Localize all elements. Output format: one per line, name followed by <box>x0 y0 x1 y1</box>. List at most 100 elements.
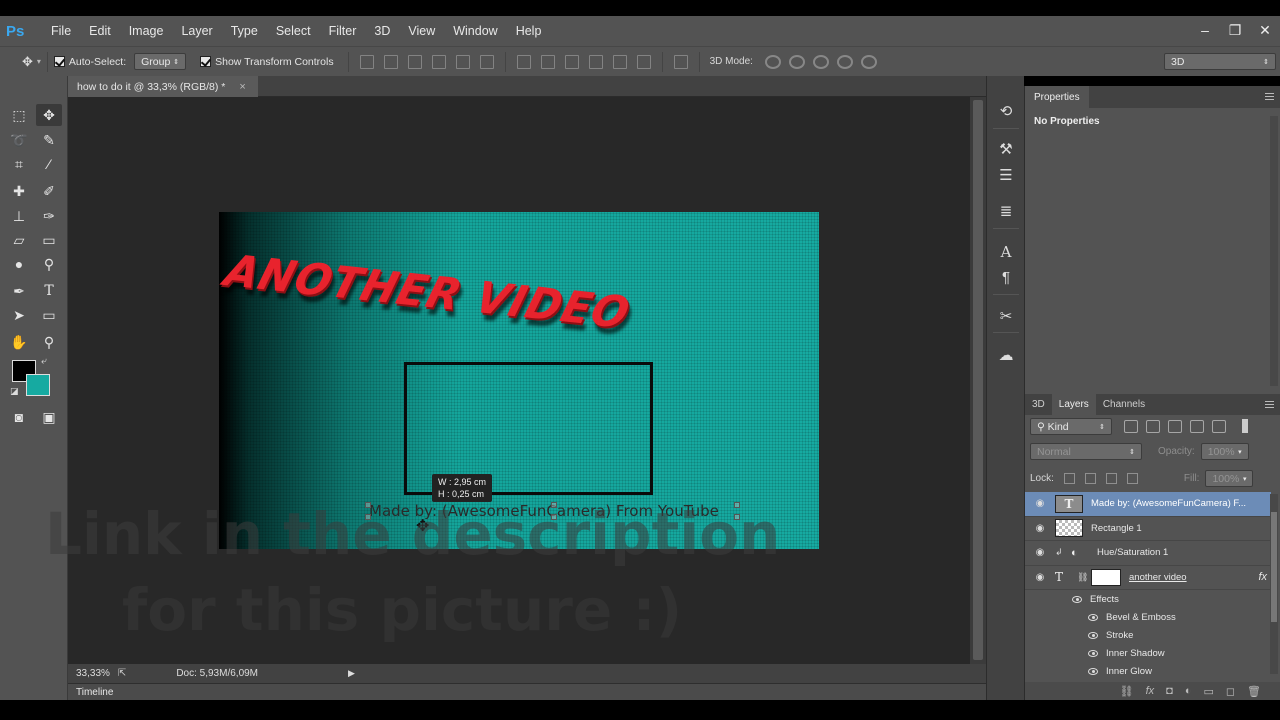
menu-select[interactable]: Select <box>267 24 320 38</box>
show-transform-checkbox[interactable]: Show Transform Controls <box>200 56 334 68</box>
new-layer-icon[interactable]: ◻ <box>1226 685 1235 698</box>
auto-select-dropdown[interactable]: Group ⇕ <box>134 53 187 70</box>
gradient-tool-icon[interactable]: ▭ <box>36 229 62 251</box>
3d-slide-icon[interactable] <box>836 54 853 69</box>
eraser-tool-icon[interactable]: ▱ <box>6 229 32 251</box>
default-colors-icon[interactable]: ◪ <box>10 386 19 397</box>
tools-presets-icon[interactable]: ✂ <box>994 305 1018 327</box>
zoom-level[interactable]: 33,33% <box>76 668 110 679</box>
chevron-down-icon[interactable]: ▾ <box>37 57 41 66</box>
tab-layers[interactable]: Layers <box>1051 394 1096 415</box>
menu-file[interactable]: File <box>42 24 80 38</box>
quick-mask-icon[interactable]: ◙ <box>6 406 32 428</box>
lasso-tool-icon[interactable]: ➰ <box>6 129 32 151</box>
eye-icon[interactable]: ◉ <box>1033 572 1047 583</box>
vertical-scrollbar[interactable] <box>970 97 986 664</box>
distribute-bottom-icon[interactable] <box>564 54 579 69</box>
layer-name[interactable]: Hue/Saturation 1 <box>1097 547 1168 558</box>
lock-transparent-icon[interactable] <box>1063 473 1075 484</box>
menu-image[interactable]: Image <box>120 24 173 38</box>
screen-mode-icon[interactable]: ▣ <box>36 406 62 428</box>
layer-mask-thumbnail[interactable] <box>1091 568 1121 586</box>
creative-cloud-icon[interactable]: ☁ <box>994 344 1018 366</box>
crop-tool-icon[interactable]: ⌗ <box>6 153 32 175</box>
close-button[interactable]: ✕ <box>1250 22 1280 39</box>
eye-icon[interactable] <box>1088 649 1098 657</box>
properties-panel-icon[interactable]: ≣ <box>994 200 1018 222</box>
align-right-icon[interactable] <box>479 54 494 69</box>
layer-row-rectangle[interactable]: ◉ Rectangle 1 <box>1025 517 1271 541</box>
panel-menu-icon[interactable] <box>1265 401 1274 408</box>
new-group-icon[interactable]: ▭ <box>1203 685 1213 698</box>
fx-icon[interactable]: fx <box>1258 571 1267 583</box>
restore-button[interactable]: ❐ <box>1220 22 1250 39</box>
distribute-hcenter-icon[interactable] <box>612 54 627 69</box>
delete-layer-icon[interactable]: 🗑 <box>1247 685 1261 698</box>
align-left-icon[interactable] <box>431 54 446 69</box>
align-vcenter-icon[interactable] <box>383 54 398 69</box>
filter-shape-icon[interactable] <box>1190 420 1204 433</box>
menu-type[interactable]: Type <box>222 24 267 38</box>
link-chain-icon[interactable]: ⛓ <box>1077 572 1091 583</box>
align-hcenter-icon[interactable] <box>455 54 470 69</box>
dodge-tool-icon[interactable]: ⚲ <box>36 253 62 275</box>
status-menu-arrow-icon[interactable]: ▶ <box>348 668 355 679</box>
tab-3d[interactable]: 3D <box>1025 394 1052 415</box>
lock-image-icon[interactable] <box>1084 473 1096 484</box>
effect-row[interactable]: Inner Shadow <box>1025 644 1271 662</box>
effects-group-row[interactable]: Effects <box>1025 590 1271 608</box>
close-icon[interactable]: × <box>239 81 245 93</box>
lock-position-icon[interactable] <box>1105 473 1117 484</box>
menu-3d[interactable]: 3D <box>365 24 399 38</box>
timeline-panel-header[interactable]: Timeline <box>68 683 986 700</box>
move-tool-preset-icon[interactable]: ✥ <box>22 54 33 70</box>
background-color-swatch[interactable] <box>26 374 50 396</box>
paragraph-panel-icon[interactable]: ¶ <box>994 266 1018 288</box>
layer-row-made-by[interactable]: ◉ T Made by: (AwesomeFunCamera) F... <box>1025 492 1271 517</box>
healing-brush-tool-icon[interactable]: ✚ <box>6 180 32 202</box>
layer-name[interactable]: another video <box>1129 572 1187 583</box>
quick-select-tool-icon[interactable]: ✎ <box>36 129 62 151</box>
layer-row-another-video[interactable]: ◉ T ⛓ another video fx <box>1025 566 1271 590</box>
rectangle-tool-icon[interactable]: ▭ <box>36 304 62 326</box>
swap-colors-icon[interactable]: ⤶ <box>41 356 47 367</box>
zoom-tool-icon[interactable]: ⚲ <box>36 331 62 353</box>
distribute-left-icon[interactable] <box>588 54 603 69</box>
layers-scrollbar[interactable] <box>1270 494 1278 674</box>
checkbox-checked-icon[interactable] <box>53 56 65 67</box>
minimize-button[interactable]: – <box>1190 22 1220 38</box>
history-panel-icon[interactable]: ⟲ <box>994 100 1018 122</box>
menu-edit[interactable]: Edit <box>80 24 120 38</box>
eye-icon[interactable]: ◉ <box>1033 498 1047 509</box>
properties-scrollbar[interactable] <box>1270 116 1278 386</box>
tab-channels[interactable]: Channels <box>1096 394 1152 415</box>
path-select-tool-icon[interactable]: ➤ <box>6 304 32 326</box>
document-tab[interactable]: how to do it @ 33,3% (RGB/8) * × <box>68 76 258 97</box>
filter-type-icon[interactable] <box>1168 420 1182 433</box>
blur-tool-icon[interactable]: ● <box>6 253 32 275</box>
character-panel-icon[interactable]: A <box>994 241 1018 263</box>
menu-filter[interactable]: Filter <box>320 24 366 38</box>
menu-view[interactable]: View <box>399 24 444 38</box>
add-mask-icon[interactable]: ◘ <box>1166 685 1173 697</box>
auto-select-checkbox[interactable]: Auto-Select: <box>53 56 126 68</box>
effect-row[interactable]: Stroke <box>1025 626 1271 644</box>
align-bottom-icon[interactable] <box>407 54 422 69</box>
eye-icon[interactable]: ◉ <box>1033 523 1047 534</box>
hand-tool-icon[interactable]: ✋ <box>6 331 32 353</box>
scrollbar-thumb[interactable] <box>973 100 983 660</box>
filter-adjustment-icon[interactable] <box>1146 420 1160 433</box>
brush-tool-icon[interactable]: ✐ <box>36 180 62 202</box>
eye-icon[interactable] <box>1088 631 1098 639</box>
menu-layer[interactable]: Layer <box>172 24 221 38</box>
distribute-vcenter-icon[interactable] <box>540 54 555 69</box>
layer-row-hue-saturation[interactable]: ◉ ↲ ◐ Hue/Saturation 1 <box>1025 541 1271 566</box>
marquee-tool-icon[interactable]: ⬚ <box>6 104 32 126</box>
eye-icon[interactable] <box>1072 595 1082 603</box>
distribute-top-icon[interactable] <box>516 54 531 69</box>
eyedropper-tool-icon[interactable]: ⁄ <box>36 153 62 175</box>
properties-tab[interactable]: Properties <box>1025 86 1089 108</box>
menu-help[interactable]: Help <box>507 24 551 38</box>
3d-rotate-icon[interactable] <box>764 54 781 69</box>
3d-scale-icon[interactable] <box>860 54 877 69</box>
